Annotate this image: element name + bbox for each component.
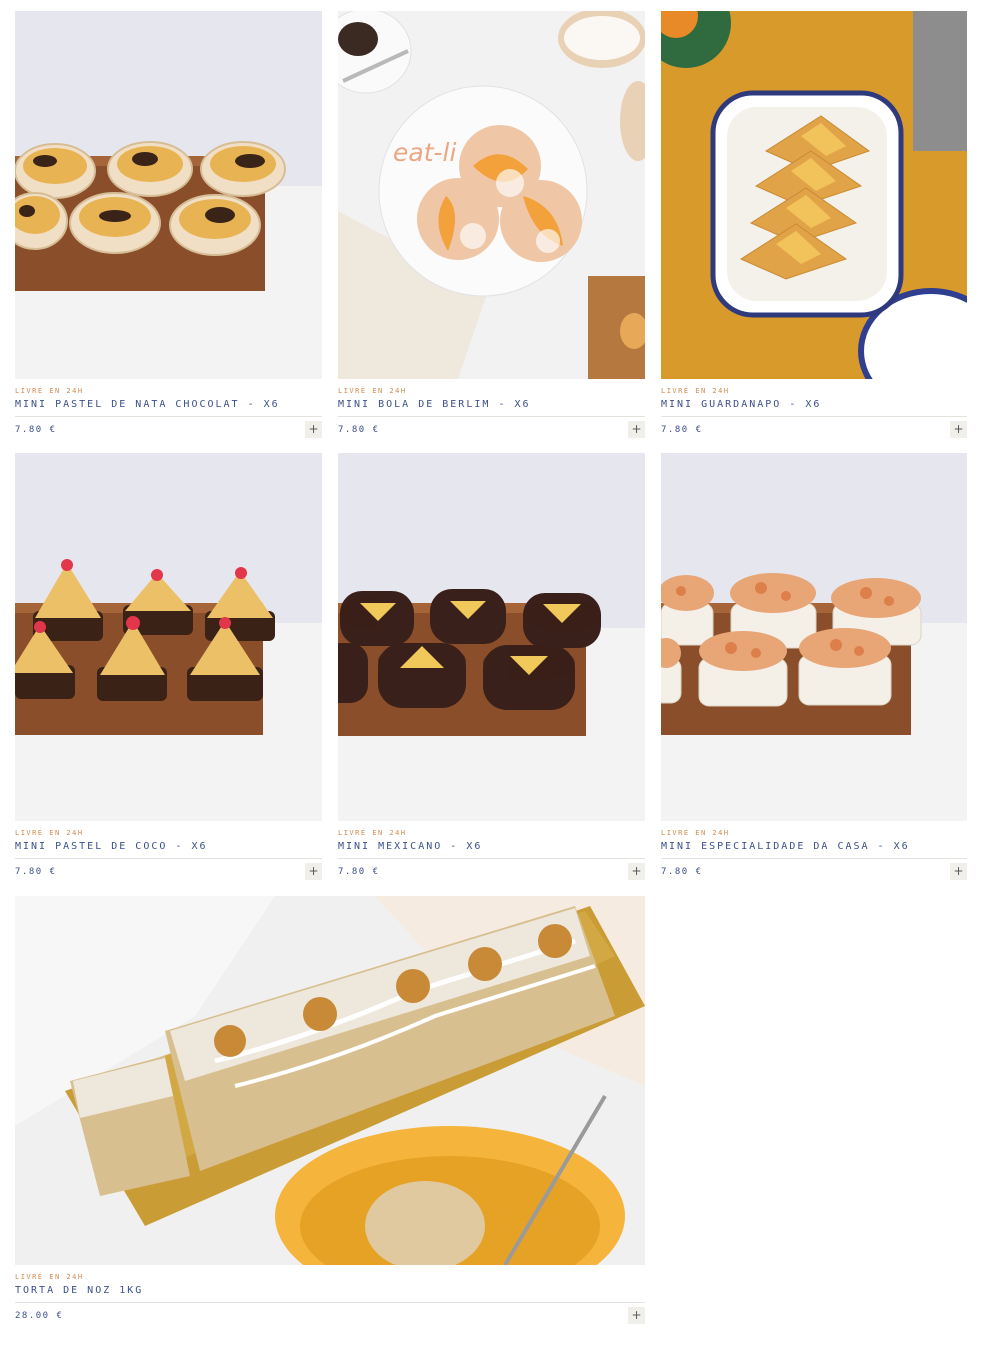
product-card[interactable]: LIVRÉ EN 24H MINI PASTEL DE NATA CHOCOLA…: [15, 11, 322, 438]
product-card[interactable]: LIVRÉ EN 24H MINI ESPECIALIDADE DA CASA …: [661, 453, 967, 880]
product-name[interactable]: MINI ESPECIALIDADE DA CASA - X6: [661, 841, 967, 852]
product-card[interactable]: LIVRÉ EN 24H MINI PASTEL DE COCO - X6 7.…: [15, 453, 322, 880]
product-card[interactable]: eat-li LIVRÉ EN 24H MINI BOLA DE BERLIM …: [338, 11, 645, 438]
product-photo[interactable]: [15, 11, 322, 379]
watermark-text: eat-li: [393, 138, 457, 167]
delivery-badge: LIVRÉ EN 24H: [661, 387, 730, 395]
product-card[interactable]: LIVRÉ EN 24H TORTA DE NOZ 1KG 28.00 € +: [15, 896, 645, 1324]
product-name[interactable]: MINI PASTEL DE NATA CHOCOLAT - X6: [15, 399, 322, 410]
product-photo[interactable]: [15, 453, 322, 821]
delivery-badge: LIVRÉ EN 24H: [15, 1273, 84, 1281]
delivery-badge: LIVRÉ EN 24H: [338, 829, 407, 837]
product-price: 7.80 €: [15, 424, 57, 435]
product-price: 28.00 €: [15, 1310, 64, 1321]
product-price: 7.80 €: [661, 424, 703, 435]
product-photo[interactable]: [338, 453, 645, 821]
product-name[interactable]: MINI BOLA DE BERLIM - X6: [338, 399, 645, 410]
divider: [338, 858, 645, 859]
delivery-badge: LIVRÉ EN 24H: [15, 829, 84, 837]
product-name[interactable]: MINI GUARDANAPO - X6: [661, 399, 967, 410]
product-price: 7.80 €: [15, 866, 57, 877]
add-to-cart-button[interactable]: +: [628, 1307, 645, 1324]
delivery-badge: LIVRÉ EN 24H: [15, 387, 84, 395]
divider: [338, 416, 645, 417]
product-price: 7.80 €: [338, 866, 380, 877]
product-card[interactable]: LIVRÉ EN 24H MINI MEXICANO - X6 7.80 € +: [338, 453, 645, 880]
divider: [15, 1302, 645, 1303]
divider: [661, 858, 967, 859]
divider: [15, 858, 322, 859]
product-name[interactable]: MINI MEXICANO - X6: [338, 841, 645, 852]
divider: [15, 416, 322, 417]
add-to-cart-button[interactable]: +: [305, 863, 322, 880]
add-to-cart-button[interactable]: +: [628, 863, 645, 880]
product-card[interactable]: LIVRÉ EN 24H MINI GUARDANAPO - X6 7.80 €…: [661, 11, 967, 438]
product-name[interactable]: MINI PASTEL DE COCO - X6: [15, 841, 322, 852]
product-photo[interactable]: eat-li: [338, 11, 645, 379]
product-price: 7.80 €: [338, 424, 380, 435]
product-price: 7.80 €: [661, 866, 703, 877]
add-to-cart-button[interactable]: +: [305, 421, 322, 438]
product-photo[interactable]: [661, 11, 967, 379]
delivery-badge: LIVRÉ EN 24H: [661, 829, 730, 837]
add-to-cart-button[interactable]: +: [628, 421, 645, 438]
divider: [661, 416, 967, 417]
add-to-cart-button[interactable]: +: [950, 863, 967, 880]
product-photo[interactable]: [15, 896, 645, 1265]
product-photo[interactable]: [661, 453, 967, 821]
delivery-badge: LIVRÉ EN 24H: [338, 387, 407, 395]
product-name[interactable]: TORTA DE NOZ 1KG: [15, 1285, 645, 1296]
add-to-cart-button[interactable]: +: [950, 421, 967, 438]
